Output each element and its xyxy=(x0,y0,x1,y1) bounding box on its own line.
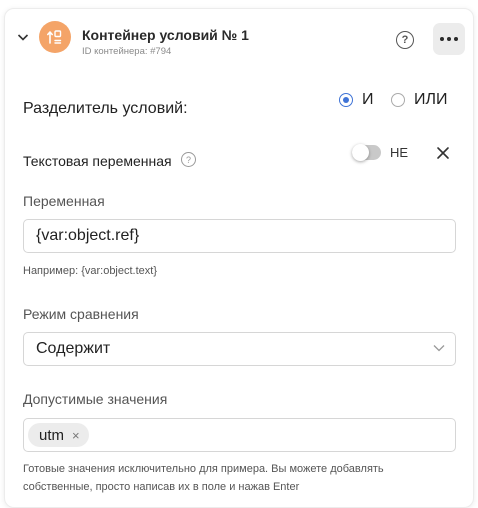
variable-hint: Например: {var:object.text} xyxy=(23,265,158,277)
not-toggle[interactable] xyxy=(352,144,381,161)
radio-or-label: ИЛИ xyxy=(414,91,448,108)
text-variable-help-icon[interactable]: ? xyxy=(181,152,196,167)
allowed-values-input[interactable]: utm × xyxy=(23,418,456,452)
variable-label: Переменная xyxy=(23,193,105,209)
compare-mode-value: Содержит xyxy=(36,340,111,357)
value-chip-label: utm xyxy=(39,426,65,444)
radio-and[interactable]: И xyxy=(339,91,374,109)
allowed-values-hint-line-2: собственные, просто написав их в поле и … xyxy=(23,481,300,493)
more-dot-icon xyxy=(440,37,444,41)
compare-mode-select[interactable]: Содержит xyxy=(23,332,456,366)
container-header: Контейнер условий № 1 ID контейнера: #79… xyxy=(5,9,473,69)
condition-container-panel: Контейнер условий № 1 ID контейнера: #79… xyxy=(4,8,474,508)
container-title: Контейнер условий № 1 xyxy=(82,27,249,43)
text-variable-label: Текстовая переменная xyxy=(23,153,172,169)
allowed-values-hint-line-1: Готовые значения исключительно для приме… xyxy=(23,463,384,475)
radio-and-label: И xyxy=(362,91,374,108)
container-id: ID контейнера: #794 xyxy=(82,46,172,57)
radio-and-dot[interactable] xyxy=(339,93,353,107)
chevron-down-icon xyxy=(433,345,445,352)
chip-remove-icon[interactable]: × xyxy=(72,428,80,443)
separator-label: Разделитель условий: xyxy=(23,100,188,117)
close-icon[interactable] xyxy=(435,145,451,161)
not-label: НЕ xyxy=(390,145,409,160)
condition-container-icon xyxy=(39,21,71,53)
compare-mode-label: Режим сравнения xyxy=(23,306,139,322)
more-dot-icon xyxy=(447,37,451,41)
radio-or-dot[interactable] xyxy=(391,93,405,107)
radio-or[interactable]: ИЛИ xyxy=(391,91,448,109)
chevron-down-icon[interactable] xyxy=(17,31,29,43)
more-options-button[interactable] xyxy=(433,23,465,55)
variable-input[interactable]: {var:object.ref} xyxy=(23,219,456,253)
allowed-values-label: Допустимые значения xyxy=(23,391,168,407)
toggle-knob xyxy=(352,144,369,161)
help-icon[interactable]: ? xyxy=(396,31,414,49)
value-chip: utm × xyxy=(28,423,89,447)
variable-input-value: {var:object.ref} xyxy=(36,227,140,244)
more-dot-icon xyxy=(454,37,458,41)
